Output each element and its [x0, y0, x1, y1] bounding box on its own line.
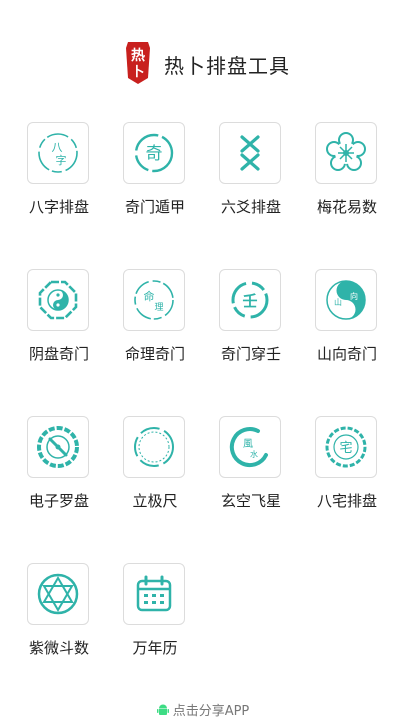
tool-label: 八字排盘	[28, 198, 89, 216]
tool-tile[interactable]	[27, 269, 89, 331]
tool-tile[interactable]	[219, 122, 281, 184]
tool-qimen-dunjia[interactable]: 奇 奇门遁甲	[123, 122, 187, 217]
svg-text:热: 热	[131, 47, 145, 64]
tool-label: 八宅排盘	[316, 492, 377, 510]
tool-label: 立极尺	[132, 492, 178, 510]
mingli-icon: 命 理	[134, 280, 174, 320]
tool-tile[interactable]: 山 向	[315, 269, 377, 331]
zhai-icon: 宅	[325, 426, 367, 468]
tool-tile[interactable]: 命 理	[123, 269, 185, 331]
tool-tile[interactable]: 奇	[123, 122, 185, 184]
tool-label: 命理奇门	[124, 345, 185, 363]
svg-text:向: 向	[350, 291, 358, 301]
tool-shanxiang-qimen[interactable]: 山 向 山向奇门	[315, 269, 379, 364]
tool-ziwei-doushu[interactable]: 紫微斗数	[27, 563, 91, 658]
tool-tile[interactable]: 宅	[315, 416, 377, 478]
tool-tile[interactable]: 風 水	[219, 416, 281, 478]
tool-yinpan-qimen[interactable]: 阴盘奇门	[27, 269, 91, 364]
svg-text:奇: 奇	[146, 144, 163, 164]
tool-label: 梅花易数	[316, 198, 377, 216]
tool-meihua[interactable]: 梅花易数	[315, 122, 379, 217]
tool-label: 紫微斗数	[28, 639, 89, 657]
tool-label: 玄空飞星	[220, 492, 281, 510]
tool-liuyao[interactable]: 六爻排盘	[219, 122, 283, 217]
liuyao-icon	[240, 135, 260, 171]
tool-bazi[interactable]: 八 字 八字排盘	[27, 122, 91, 217]
tool-tile[interactable]: 壬	[219, 269, 281, 331]
compass-icon	[37, 426, 79, 468]
svg-text:命: 命	[144, 289, 155, 303]
app-logo: 热 卜	[120, 40, 156, 84]
tool-bazhai[interactable]: 宅 八宅排盘	[315, 416, 379, 511]
svg-text:卜: 卜	[131, 65, 144, 80]
tool-calendar[interactable]: 万年历	[123, 563, 187, 658]
bazi-icon: 八 字	[38, 133, 78, 173]
tool-tile[interactable]	[315, 122, 377, 184]
android-icon	[156, 704, 169, 715]
tool-tile[interactable]	[123, 416, 185, 478]
svg-text:理: 理	[154, 302, 163, 313]
share-app-link[interactable]: 点击分享APP	[0, 700, 405, 719]
ruler-ring-icon	[134, 427, 174, 467]
qimen-icon: 奇	[134, 133, 174, 173]
app-title: 热卜排盘工具	[164, 54, 290, 78]
tool-label: 电子罗盘	[28, 492, 89, 510]
tool-tile[interactable]	[27, 563, 89, 625]
tool-label: 奇门穿壬	[220, 345, 281, 363]
svg-text:字: 字	[56, 153, 67, 167]
hexagram-icon	[37, 573, 79, 615]
tool-tile[interactable]: 八 字	[27, 122, 89, 184]
tool-mingli-qimen[interactable]: 命 理 命理奇门	[123, 269, 187, 364]
tool-label: 万年历	[132, 639, 178, 657]
tool-label: 六爻排盘	[220, 198, 281, 216]
tool-label: 山向奇门	[316, 345, 377, 363]
svg-text:壬: 壬	[242, 292, 257, 310]
plum-blossom-icon	[326, 132, 366, 171]
tool-tile[interactable]	[123, 563, 185, 625]
svg-text:宅: 宅	[339, 441, 352, 456]
tool-xuankong-feixing[interactable]: 風 水 玄空飞星	[219, 416, 283, 511]
tool-qimen-chuanren[interactable]: 壬 奇门穿壬	[219, 269, 283, 364]
svg-text:風: 風	[243, 438, 253, 450]
svg-text:八: 八	[52, 141, 63, 154]
tool-label: 阴盘奇门	[28, 345, 89, 363]
yinyang-bagua-icon	[38, 280, 78, 320]
tool-liji-ruler[interactable]: 立极尺	[123, 416, 187, 511]
shan-xiang-icon: 山 向	[326, 280, 366, 320]
tool-grid: 八 字 八字排盘 奇 奇门遁甲 六爻排盘 梅花易数 阴盘奇门 命 理 命理奇门 …	[27, 122, 379, 658]
svg-text:山: 山	[334, 297, 342, 307]
tool-tile[interactable]	[27, 416, 89, 478]
tool-label: 奇门遁甲	[124, 198, 185, 216]
app-header: 热 卜 热卜排盘工具	[0, 40, 405, 84]
tool-compass[interactable]: 电子罗盘	[27, 416, 91, 511]
share-app-label: 点击分享APP	[172, 704, 250, 719]
fengshui-icon: 風 水	[229, 427, 268, 468]
svg-text:水: 水	[250, 449, 258, 459]
calendar-icon	[136, 575, 172, 612]
ren-icon: 壬	[231, 281, 269, 319]
